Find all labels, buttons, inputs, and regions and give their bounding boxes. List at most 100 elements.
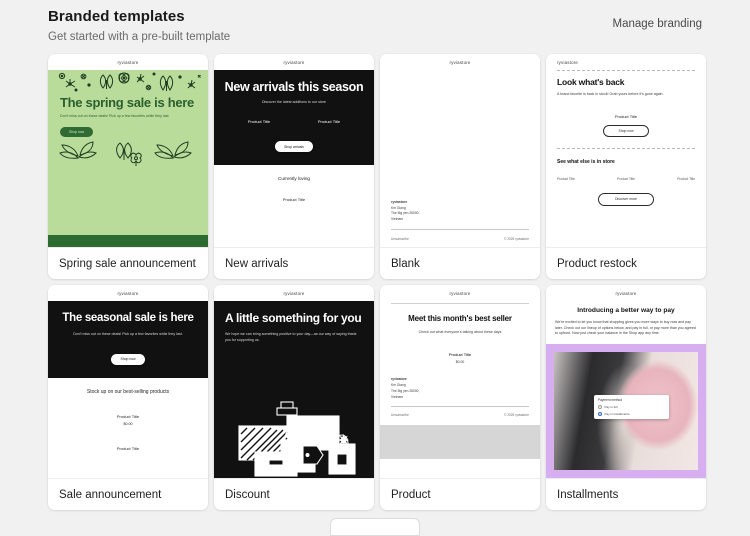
branded-templates-page: Branded templates Get started with a pre… xyxy=(0,0,750,536)
leaf-doodles-icon xyxy=(48,138,208,168)
hero-heading: A little something for you xyxy=(225,311,362,325)
product-title-2: Product Title xyxy=(116,446,140,452)
bottom-partial-button[interactable] xyxy=(330,518,420,536)
footer-address-line1: Km Giang xyxy=(391,383,406,388)
product-price: $0.00 xyxy=(455,360,465,365)
unsubscribe-link[interactable]: Unsubscribe xyxy=(391,237,409,241)
cta-button[interactable]: Shop now xyxy=(60,126,94,138)
templates-grid: ryviastore The spring sale is here Don't… xyxy=(48,54,706,510)
template-preview-new-arrivals: ryviastore New arrivals this season Disc… xyxy=(214,54,374,247)
section-heading: Currently loving xyxy=(278,175,310,181)
hero-body: We hope we can bring something positive … xyxy=(225,332,357,342)
template-card-label: Discount xyxy=(214,478,374,510)
product-title-left: Product Title xyxy=(247,118,271,124)
flower-doodles-icon xyxy=(48,70,208,96)
product-title: Product Title xyxy=(448,352,472,358)
header-text-group: Branded templates Get started with a pre… xyxy=(48,8,230,43)
template-preview-blank: ryviastore ryviastore Km Giang The Mg ye… xyxy=(380,54,540,247)
product-row: Product Title Product Title xyxy=(224,119,364,124)
hero-heading: New arrivals this season xyxy=(224,80,364,94)
payment-option-label: Pay in installments xyxy=(604,411,630,416)
template-card-new-arrivals[interactable]: ryviastore New arrivals this season Disc… xyxy=(214,54,374,279)
hero-heading: Look what's back xyxy=(557,77,625,87)
payment-option-pay-in-full[interactable]: Pay in full xyxy=(598,405,665,410)
template-preview-spring-sale: ryviastore The spring sale is here Don't… xyxy=(48,54,208,247)
payment-option-label: Pay in full xyxy=(604,405,618,410)
page-title: Branded templates xyxy=(48,8,185,25)
template-card-label: Blank xyxy=(380,247,540,279)
page-header: Branded templates Get started with a pre… xyxy=(48,0,702,43)
product-title: Product Title xyxy=(116,414,140,420)
cta-button[interactable]: Shop arrivals xyxy=(275,141,313,152)
hero-body: A brand favorite is back in stock! Grab … xyxy=(557,92,664,97)
template-card-discount[interactable]: ryviastore A little something for you We… xyxy=(214,285,374,510)
dashed-divider-bottom xyxy=(557,148,695,150)
email-footer-address: ryviastore Km Giang The Mg yen 26000, Vi… xyxy=(380,377,540,400)
email-brand-bar: ryviastore xyxy=(48,54,208,70)
template-card-label: New arrivals xyxy=(214,247,374,279)
template-card-installments[interactable]: ryviastore Introducing a better way to p… xyxy=(546,285,706,510)
manage-branding-link[interactable]: Manage branding xyxy=(612,8,702,30)
store-name: ryviastore xyxy=(615,291,637,296)
hero-heading: Meet this month's best seller xyxy=(408,314,512,323)
template-card-label: Installments xyxy=(546,478,706,510)
email-footer-band xyxy=(48,235,208,247)
payment-method-label: Payment method xyxy=(598,398,623,403)
hero-body: Don't miss out on these deals! Pick up a… xyxy=(60,114,170,119)
store-name: ryviastore xyxy=(117,60,139,65)
hero-heading: Introducing a better way to pay xyxy=(577,307,675,314)
template-card-label: Product restock xyxy=(546,247,706,279)
payment-option-pay-in-installments[interactable]: Pay in installments xyxy=(598,411,665,416)
header-divider xyxy=(391,303,529,304)
hero-body: We're excited to let you know that shopp… xyxy=(555,320,696,336)
product-title-3: Product Title xyxy=(677,177,695,182)
lower-section: Currently loving Product Title xyxy=(214,164,374,247)
cta-button[interactable]: Shop now xyxy=(111,354,145,365)
footer-links-row: Unsubscribe © 2025 ryviastore xyxy=(380,230,540,241)
template-preview-product-restock: ryviastore Look what's back A brand favo… xyxy=(546,54,706,247)
store-name: ryviastore xyxy=(557,60,579,65)
hero-heading: The seasonal sale is here xyxy=(62,312,194,324)
product-price: $0.00 xyxy=(123,422,133,427)
unsubscribe-link[interactable]: Unsubscribe xyxy=(391,413,409,417)
preview-fade-block xyxy=(380,425,540,460)
secondary-cta-button[interactable]: Discover more xyxy=(598,193,654,206)
store-name: ryviastore xyxy=(449,60,471,65)
product-title-1: Product Title xyxy=(557,177,575,182)
template-preview-installments: ryviastore Introducing a better way to p… xyxy=(546,285,706,478)
store-name: ryviastore xyxy=(449,291,471,296)
template-card-product-restock[interactable]: ryviastore Look what's back A brand favo… xyxy=(546,54,706,279)
footer-address-line3: Vietnam xyxy=(391,394,404,399)
template-card-product[interactable]: ryviastore Meet this month's best seller… xyxy=(380,285,540,510)
footer-store-name: ryviastore xyxy=(391,199,408,204)
template-card-blank[interactable]: ryviastore ryviastore Km Giang The Mg ye… xyxy=(380,54,540,279)
radio-icon[interactable] xyxy=(598,405,602,410)
blank-body-area xyxy=(380,70,540,200)
template-card-spring-sale-announcement[interactable]: ryviastore The spring sale is here Don't… xyxy=(48,54,208,279)
payment-method-popup: Payment method Pay in full Pay in instal… xyxy=(594,394,670,420)
store-name: ryviastore xyxy=(283,291,305,296)
footer-address-line1: Km Giang xyxy=(391,205,406,210)
hero-body: Discover the latest additions to our sto… xyxy=(261,100,327,104)
cta-button[interactable]: Shop now xyxy=(603,124,649,138)
product-title-right: Product Title xyxy=(317,118,341,124)
hero-section: New arrivals this season Discover the la… xyxy=(214,70,374,165)
product-trio-row: Product Title Product Title Product Titl… xyxy=(557,177,695,181)
section-heading: Stock up on our best-selling products xyxy=(86,389,170,396)
copyright-text: © 2025 ryviastore xyxy=(503,413,529,418)
footer-links-row: Unsubscribe © 2025 ryviastore xyxy=(380,407,540,417)
hero-section: A little something for you We hope we ca… xyxy=(214,301,374,478)
dashed-divider-top xyxy=(557,70,695,71)
store-name: ryviastore xyxy=(283,60,305,65)
footer-store-name: ryviastore xyxy=(391,377,407,382)
template-card-sale-announcement[interactable]: ryviastore The seasonal sale is here Don… xyxy=(48,285,208,510)
template-card-label: Product xyxy=(380,478,540,510)
radio-selected-icon[interactable] xyxy=(598,411,602,416)
product-title: Product Title xyxy=(614,113,638,119)
hero-body: Check out what everyone's talking about … xyxy=(418,329,502,334)
footer-address-line2: The Mg yen 26000, xyxy=(391,388,420,393)
copyright-text: © 2025 ryviastore xyxy=(503,237,529,241)
product-title: Product Title xyxy=(282,196,306,202)
store-name: ryviastore xyxy=(117,291,139,296)
template-preview-sale-announcement: ryviastore The seasonal sale is here Don… xyxy=(48,285,208,478)
